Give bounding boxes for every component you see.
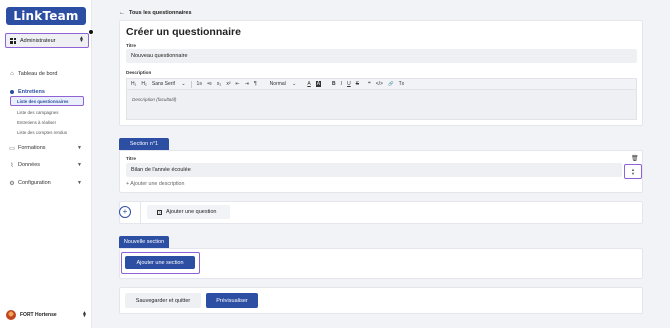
book-icon: ▭ [9, 145, 15, 152]
size-label: Normal [269, 81, 286, 87]
text-color-button[interactable]: A [307, 81, 310, 87]
avatar [6, 310, 16, 320]
page-title: Créer un questionnaire [126, 26, 241, 38]
grid-icon [10, 37, 16, 44]
bullet-list-button[interactable]: •≡ [207, 81, 212, 87]
sidebar-item-entretiens[interactable]: Entretiens [9, 88, 45, 96]
back-link-label: Tous les questionnaires [129, 10, 192, 16]
sidebar-item-label: Données [18, 162, 41, 168]
divider [190, 80, 192, 88]
font-select[interactable]: Sans Serif ⌄ [152, 81, 186, 87]
save-quit-button[interactable]: Sauvegarder et quitter [125, 293, 201, 308]
sidebar-subitem-comptes-rendus[interactable]: Liste des comptes rendus [17, 130, 67, 135]
sidebar-subitem-label: Liste des questionnaires [17, 99, 69, 104]
strikethrough-button[interactable]: S [356, 81, 359, 87]
code-button[interactable]: </> [376, 81, 383, 87]
subscript-button[interactable]: x₂ [217, 81, 221, 87]
preview-button[interactable]: Prévisualiser [206, 293, 258, 308]
back-link[interactable]: ← Tous les questionnaires [119, 10, 192, 16]
divider [140, 201, 141, 224]
dot-icon [9, 89, 15, 95]
arrow-left-icon: ← [119, 10, 125, 16]
background-color-button[interactable]: A [315, 81, 322, 87]
sidebar-item-configuration[interactable]: ⚙ Configuration ▼ [9, 179, 82, 187]
sidebar-subitem-questionnaires[interactable]: Liste des questionnaires [10, 96, 84, 106]
role-label: Administrateur [20, 37, 56, 44]
sidebar-subitem-entretiens-a-realiser[interactable]: Entretiens à réaliser [17, 120, 56, 125]
sidebar-item-donnees[interactable]: ⌇ Données ▼ [9, 161, 82, 169]
text-direction-button[interactable]: ¶ [254, 81, 257, 87]
chevron-down-icon: ▼ [77, 180, 82, 186]
description-label: Description [126, 70, 152, 75]
add-description-link[interactable]: + Ajouter une description [126, 181, 184, 187]
chevron-updown-icon[interactable]: ▲ ▼ [82, 311, 87, 319]
chevron-down-icon[interactable]: ▼ [631, 171, 635, 176]
ordered-list-button[interactable]: 1≡ [197, 81, 203, 87]
link-button[interactable]: 🔗 [388, 81, 394, 87]
notification-badge[interactable] [88, 29, 94, 35]
add-question-label: Ajouter une question [166, 209, 217, 215]
user-name: FORT Hortense [20, 312, 57, 318]
sidebar-item-label: Formations [18, 145, 46, 151]
clear-format-button[interactable]: Tx [399, 81, 405, 87]
chevron-down-icon: ▼ [77, 162, 82, 168]
font-label: Sans Serif [151, 81, 175, 87]
trash-icon[interactable]: 🗑 [631, 155, 639, 162]
add-question-button[interactable]: ? Ajouter une question [147, 205, 230, 219]
title-input[interactable]: Nouveau questionnaire [126, 49, 637, 63]
h2-button[interactable]: H₂ [141, 81, 147, 87]
description-editor[interactable]: Description (facultatif) [126, 89, 637, 120]
outdent-button[interactable]: ⇤ [236, 81, 240, 87]
question-icon: ? [157, 209, 162, 215]
underline-button[interactable]: U [347, 81, 351, 87]
indent-button[interactable]: ⇥ [245, 81, 249, 87]
rich-text-toolbar: H₁ H₂ Sans Serif ⌄ 1≡ •≡ x₂ x² ⇤ ⇥ ¶ Nor… [126, 78, 637, 89]
sidebar-item-label: Tableau de bord [18, 71, 58, 77]
reorder-control[interactable]: ▲ ▼ [624, 164, 642, 179]
quote-button[interactable]: ❝ [368, 81, 371, 87]
new-section-tab: Nouvelle section [119, 236, 169, 248]
role-select[interactable]: Administrateur ▲ ▼ [5, 33, 89, 48]
sidebar-item-label: Configuration [18, 180, 51, 186]
gear-icon: ⚙ [9, 180, 15, 187]
chevron-down-icon: ▼ [77, 145, 82, 151]
title-label: Titre [126, 43, 136, 48]
italic-button[interactable]: I [341, 81, 342, 87]
sidebar-item-label: Entretiens [18, 89, 45, 95]
section-tab: Section n°1 [119, 138, 169, 150]
add-section-button[interactable]: Ajouter une section [125, 256, 195, 269]
section-title-label: Titre [126, 156, 136, 161]
section-title-input[interactable]: Bilan de l'année écoulée [126, 163, 622, 177]
sidebar-item-formations[interactable]: ▭ Formations ▼ [9, 144, 82, 152]
sidebar-item-dashboard[interactable]: ⌂ Tableau de bord [9, 70, 57, 78]
h1-button[interactable]: H₁ [131, 81, 136, 87]
description-placeholder: Description (facultatif) [132, 97, 177, 102]
user-menu[interactable]: FORT Hortense [6, 310, 57, 320]
superscript-button[interactable]: x² [226, 81, 230, 87]
size-select[interactable]: Normal ⌄ [270, 81, 297, 87]
sidebar-subitem-campagnes[interactable]: Liste des campagnes [17, 110, 59, 115]
plus-icon[interactable]: + [119, 206, 131, 218]
home-icon: ⌂ [10, 71, 14, 77]
chart-line-icon: ⌇ [10, 162, 14, 169]
chevron-updown-icon: ▲ ▼ [79, 35, 84, 44]
sidebar: LinkTeam Administrateur ▲ ▼ ⌂ Tableau de … [0, 0, 94, 328]
bold-button[interactable]: B [332, 81, 336, 87]
linkteam-logo[interactable]: LinkTeam [6, 7, 86, 25]
